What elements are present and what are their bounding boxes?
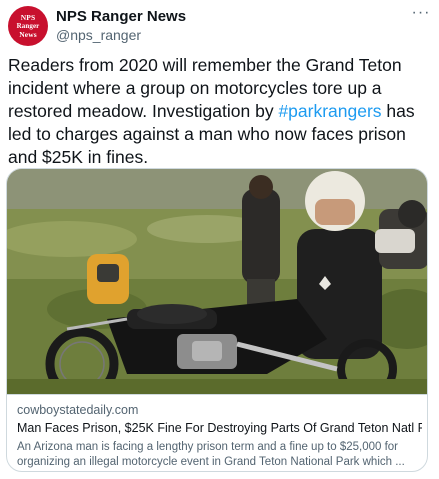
avatar-text-line-1: NPS	[20, 13, 36, 22]
card-photo	[7, 169, 427, 394]
card-domain[interactable]: cowboystatedaily.com	[17, 403, 138, 417]
card-image[interactable]	[7, 169, 427, 394]
account-name[interactable]: NPS Ranger News	[56, 8, 186, 25]
more-options-icon[interactable]: ···	[410, 4, 432, 26]
tweet-text: Readers from 2020 will remember the Gran…	[8, 54, 432, 169]
avatar[interactable]: NPS Ranger News	[8, 6, 48, 46]
hashtag-link[interactable]: #parkrangers	[278, 101, 381, 121]
avatar-text-line-3: News	[19, 29, 37, 39]
card-divider	[7, 394, 427, 395]
account-handle[interactable]: @nps_ranger	[56, 27, 141, 43]
card-description[interactable]: An Arizona man is facing a lengthy priso…	[17, 440, 422, 470]
avatar-text-line-2: Ranger	[16, 21, 40, 30]
link-card[interactable]: cowboystatedaily.com Man Faces Prison, $…	[6, 168, 428, 472]
card-title[interactable]: Man Faces Prison, $25K Fine For Destroyi…	[17, 421, 422, 435]
